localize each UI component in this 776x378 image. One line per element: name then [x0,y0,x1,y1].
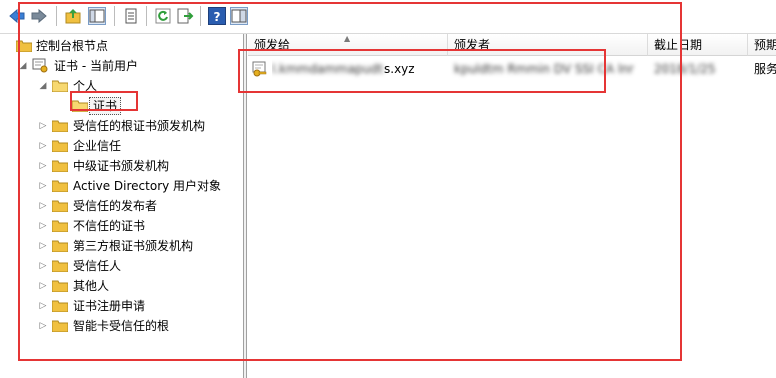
cell-issued-to-suffix: s.xyz [384,62,415,76]
cell-expiration-date: 2018/1/25 [654,62,716,76]
tree-node-store[interactable]: ▷ 受信任的根证书颁发机构 [0,117,240,135]
tree-node-label: 证书注册申请 [73,299,146,313]
certificate-key-icon [252,61,267,77]
tree-node-personal[interactable]: ◢ 个人 [0,77,240,95]
column-header-label: 预期 [754,38,776,52]
toolbar: ? [0,0,776,34]
tree-node-label: 证书 - 当前用户 [54,59,138,73]
help-icon[interactable]: ? [208,7,226,25]
folder-icon [52,280,68,292]
certificate-store-icon [32,58,48,73]
tree-node-label: 控制台根节点 [36,39,109,53]
tree-node-store[interactable]: ▷ 受信任人 [0,257,240,275]
folder-icon [52,160,68,172]
tree-node-label: 第三方根证书颁发机构 [73,239,194,253]
expand-arrow-icon[interactable]: ▷ [38,257,48,275]
expand-arrow-icon[interactable]: ▷ [38,197,48,215]
toolbar-separator [114,6,115,26]
show-hide-console-tree-icon[interactable] [88,7,106,25]
tree-node-store[interactable]: ▷ 企业信任 [0,137,240,155]
column-header-issued-to[interactable]: ▲ 颁发给 [248,34,448,56]
folder-icon [16,40,32,52]
tree-node-personal-certificates[interactable]: 证书 [0,97,240,115]
column-header-label: 颁发者 [454,38,491,52]
toolbar-separator [146,6,147,26]
column-header-label: 截止日期 [654,38,703,52]
tree-node-label: 个人 [73,79,98,93]
cell-issued-to: l.kmmdammapudtriis.xyzs.xyz [272,58,448,80]
cell-intended-purposes: 服务 [754,62,776,76]
tree-node-store[interactable]: ▷ 智能卡受信任的根 [0,317,240,335]
sort-ascending-icon: ▲ [344,34,351,43]
cell-issued-by: kpuldtm Rmmin DV SSI CA lnr [454,62,634,76]
tree-node-store[interactable]: ▷ 受信任的发布者 [0,197,240,215]
tree-node-label: 不信任的证书 [73,219,146,233]
tree-node-label: 受信任的发布者 [73,199,158,213]
folder-icon [52,300,68,312]
tree-node-label: 中级证书颁发机构 [73,159,170,173]
back-icon[interactable] [8,7,26,25]
expand-arrow-icon[interactable]: ▷ [38,237,48,255]
tree-node-label: 受信任的根证书颁发机构 [73,119,206,133]
expand-arrow-icon[interactable]: ▷ [38,217,48,235]
toolbar-separator [200,6,201,26]
toolbar-separator [56,6,57,26]
column-header-issued-by[interactable]: 颁发者 [448,34,648,56]
console-tree: 控制台根节点 ◢ 证书 - 当前用户 ◢ 个人 证书 ▷ 受信任的根证书颁发机构… [0,34,244,378]
folder-icon [52,240,68,252]
tree-node-label: 智能卡受信任的根 [73,319,170,333]
folder-icon [52,140,68,152]
expand-arrow-icon[interactable]: ▷ [38,317,48,335]
tree-node-label: 其他人 [73,279,110,293]
column-header-intended-purposes[interactable]: 预期 [748,34,776,56]
folder-icon [52,200,68,212]
tree-node-label: 证书 [89,97,122,115]
folder-icon [52,180,68,192]
expand-arrow-icon[interactable]: ▷ [38,277,48,295]
folder-icon [52,220,68,232]
folder-icon [52,120,68,132]
tree-node-store[interactable]: ▷ 证书注册申请 [0,297,240,315]
tree-node-label: Active Directory 用户对象 [73,179,222,193]
folder-icon [72,100,88,112]
up-folder-icon[interactable] [64,7,82,25]
expand-arrow-icon[interactable]: ▷ [38,117,48,135]
tree-node-store[interactable]: ▷ Active Directory 用户对象 [0,177,240,195]
show-hide-action-pane-icon[interactable] [230,7,248,25]
tree-node-store[interactable]: ▷ 第三方根证书颁发机构 [0,237,240,255]
tree-node-store[interactable]: ▷ 不信任的证书 [0,217,240,235]
tree-node-label: 企业信任 [73,139,122,153]
folder-icon [52,260,68,272]
tree-node-certificates-current-user[interactable]: ◢ 证书 - 当前用户 [0,57,240,75]
folder-icon [52,320,68,332]
properties-icon[interactable] [122,7,140,25]
expand-arrow-icon[interactable]: ▷ [38,297,48,315]
expand-arrow-icon[interactable]: ▷ [38,157,48,175]
pane-splitter[interactable] [244,34,247,378]
tree-node-store[interactable]: ▷ 其他人 [0,277,240,295]
collapse-arrow-icon[interactable]: ◢ [18,57,28,75]
table-row[interactable]: l.kmmdammapudtriis.xyzs.xyz kpuldtm Rmmi… [248,58,776,80]
certificate-list: ▲ 颁发给 颁发者 截止日期 预期 l.kmmdammapudtriis.xyz… [248,34,776,378]
svg-text:?: ? [214,10,221,24]
tree-node-console-root[interactable]: 控制台根节点 [0,37,240,55]
folder-open-icon [52,80,68,92]
column-header-expiration[interactable]: 截止日期 [648,34,748,56]
forward-icon[interactable] [30,7,48,25]
expand-arrow-icon[interactable]: ▷ [38,177,48,195]
expand-arrow-icon[interactable]: ▷ [38,137,48,155]
cell-issued-to-text: l.kmmdammapudtriis.xyz [272,62,384,76]
column-header-label: 颁发给 [254,38,291,52]
refresh-icon[interactable] [154,7,172,25]
collapse-arrow-icon[interactable]: ◢ [38,77,48,95]
export-list-icon[interactable] [176,7,194,25]
tree-node-store[interactable]: ▷ 中级证书颁发机构 [0,157,240,175]
tree-node-label: 受信任人 [73,259,122,273]
